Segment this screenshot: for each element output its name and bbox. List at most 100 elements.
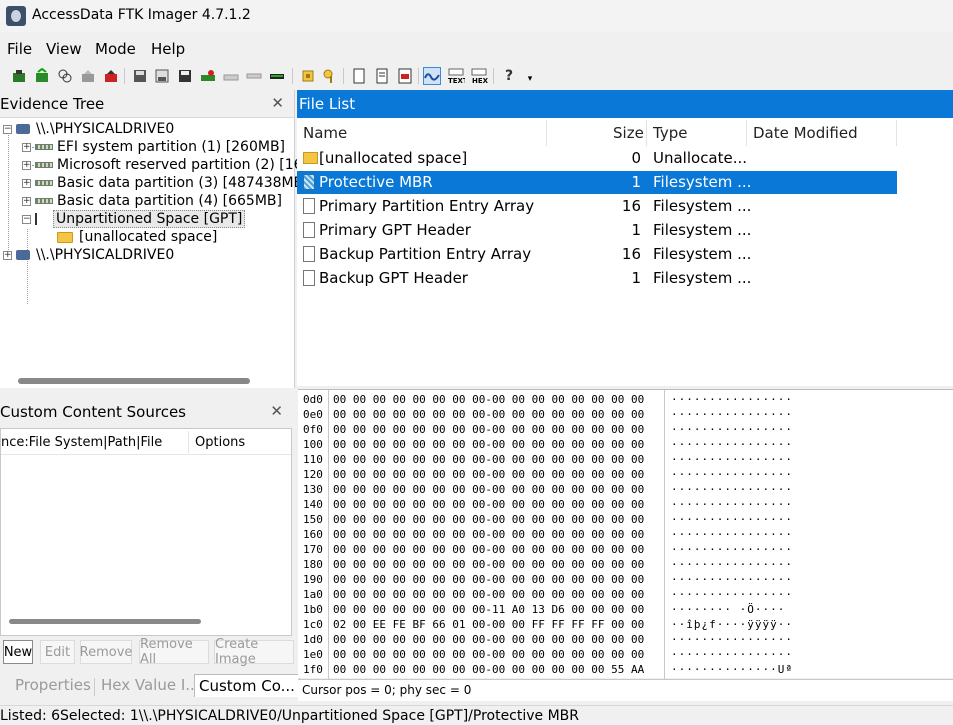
text-view-icon[interactable]: TEXT (447, 67, 465, 85)
hex-bytes[interactable]: 00 00 00 00 00 00 00 00-00 00 00 00 00 0… (333, 498, 644, 511)
create-image-button[interactable]: Create Image (214, 637, 294, 667)
toolbar-overflow-icon[interactable]: ▾ (521, 70, 539, 88)
menu-help[interactable]: Help (151, 40, 185, 58)
expand-icon[interactable]: + (22, 178, 31, 188)
file-row[interactable]: Primary GPT Header 1 Filesystem ... (297, 219, 897, 242)
hex-bytes[interactable]: 00 00 00 00 00 00 00 00-00 00 00 00 00 0… (333, 513, 644, 526)
expand-icon[interactable]: + (3, 250, 12, 260)
hex-bytes[interactable]: 00 00 00 00 00 00 00 00-00 00 00 00 00 0… (333, 393, 644, 406)
hex-ascii[interactable]: ················ (671, 558, 793, 571)
export-logical-image-icon[interactable] (176, 67, 194, 85)
column-date-modified[interactable]: Date Modified (753, 124, 858, 142)
column-type[interactable]: Type (653, 124, 687, 142)
hex-ascii[interactable]: ················ (671, 588, 793, 601)
tree-node-basic-partition-4[interactable]: + Basic data partition (4) [665MB] (22, 192, 282, 210)
custom-sources-scrollbar[interactable] (9, 619, 201, 624)
edit-button[interactable]: Edit (40, 640, 75, 664)
file-row[interactable]: Backup GPT Header 1 Filesystem ... (297, 267, 897, 290)
hex-bytes[interactable]: 00 00 00 00 00 00 00 00-00 00 00 00 00 0… (333, 453, 644, 466)
hex-bytes[interactable]: 02 00 EE FE BF 66 01 00-00 00 FF FF FF F… (333, 618, 644, 631)
decrypt-icon[interactable] (245, 67, 263, 85)
image-mounting-icon[interactable] (56, 67, 74, 85)
export-files-icon[interactable] (350, 67, 368, 85)
hex-ascii[interactable]: ················ (671, 408, 793, 421)
export-disk-image-icon[interactable] (153, 67, 171, 85)
remove-all-evidence-icon[interactable] (102, 67, 120, 85)
auto-view-icon[interactable] (423, 67, 441, 85)
hex-ascii[interactable]: ········ ·Ö···· (671, 603, 785, 616)
collapse-icon[interactable]: − (22, 214, 31, 224)
expand-icon[interactable]: + (22, 196, 31, 206)
column-source[interactable]: nce:File System|Path|File (1, 435, 162, 450)
add-evidence-icon[interactable] (10, 67, 28, 85)
tree-node-physicaldrive0-2[interactable]: + \\.\PHYSICALDRIVE0 (3, 246, 174, 264)
hex-ascii[interactable]: ··············Uª (671, 663, 793, 676)
tab-custom-content[interactable]: Custom Co... (194, 674, 300, 697)
hex-bytes[interactable]: 00 00 00 00 00 00 00 00-11 A0 13 D6 00 0… (333, 603, 644, 616)
column-options[interactable]: Options (195, 435, 245, 450)
hex-viewer[interactable]: 0d0 00 00 00 00 00 00 00 00-00 00 00 00 0… (298, 389, 953, 679)
menu-mode[interactable]: Mode (95, 40, 136, 58)
menu-view[interactable]: View (46, 40, 82, 58)
hex-ascii[interactable]: ················ (671, 438, 793, 451)
close-icon[interactable]: ✕ (270, 402, 283, 420)
create-custom-content-image-icon[interactable] (222, 67, 240, 85)
hex-bytes[interactable]: 00 00 00 00 00 00 00 00-00 00 00 00 00 0… (333, 633, 644, 646)
hex-row[interactable]: 1a0 00 00 00 00 00 00 00 00-00 00 00 00 0… (298, 587, 953, 602)
close-icon[interactable]: ✕ (271, 94, 284, 112)
hex-bytes[interactable]: 00 00 00 00 00 00 00 00-00 00 00 00 00 0… (333, 423, 644, 436)
file-row[interactable]: [unallocated space] 0 Unallocate... (297, 147, 897, 170)
file-row[interactable]: Backup Partition Entry Array 16 Filesyst… (297, 243, 897, 266)
hex-ascii[interactable]: ················ (671, 648, 793, 661)
hex-ascii[interactable]: ················ (671, 483, 793, 496)
hex-ascii[interactable]: ················ (671, 633, 793, 646)
hex-row[interactable]: 180 00 00 00 00 00 00 00 00-00 00 00 00 0… (298, 557, 953, 572)
new-button[interactable]: New (3, 640, 33, 664)
hex-bytes[interactable]: 00 00 00 00 00 00 00 00-00 00 00 00 00 0… (333, 528, 644, 541)
collapse-icon[interactable]: − (3, 124, 12, 134)
hex-bytes[interactable]: 00 00 00 00 00 00 00 00-00 00 00 00 00 0… (333, 408, 644, 421)
hex-ascii[interactable]: ················ (671, 468, 793, 481)
export-file-hash-list-icon[interactable] (373, 67, 391, 85)
tree-node-unallocated-space[interactable]: [unallocated space] (57, 228, 217, 246)
expand-icon[interactable]: + (22, 160, 31, 170)
hex-view-icon[interactable]: HEX (470, 67, 488, 85)
hex-row[interactable]: 100 00 00 00 00 00 00 00 00-00 00 00 00 0… (298, 437, 953, 452)
tree-node-efi-partition[interactable]: + EFI system partition (1) [260MB] (22, 138, 285, 156)
hex-row[interactable]: 1c0 02 00 EE FE BF 66 01 00-00 00 FF FF F… (298, 617, 953, 632)
verify-drive-icon[interactable] (268, 67, 286, 85)
hex-row[interactable]: 130 00 00 00 00 00 00 00 00-00 00 00 00 0… (298, 482, 953, 497)
file-row[interactable]: Primary Partition Entry Array 16 Filesys… (297, 195, 897, 218)
column-name[interactable]: Name (303, 124, 347, 142)
help-icon[interactable]: ? (500, 67, 518, 85)
hex-row[interactable]: 170 00 00 00 00 00 00 00 00-00 00 00 00 0… (298, 542, 953, 557)
column-size[interactable]: Size (613, 124, 644, 142)
hex-row[interactable]: 160 00 00 00 00 00 00 00 00-00 00 00 00 0… (298, 527, 953, 542)
hex-bytes[interactable]: 00 00 00 00 00 00 00 00-00 00 00 00 00 0… (333, 588, 644, 601)
hex-ascii[interactable]: ················ (671, 528, 793, 541)
remove-button[interactable]: Remove (80, 640, 132, 664)
hex-row[interactable]: 1d0 00 00 00 00 00 00 00 00-00 00 00 00 0… (298, 632, 953, 647)
hex-bytes[interactable]: 00 00 00 00 00 00 00 00-00 00 00 00 00 0… (333, 663, 644, 676)
hex-bytes[interactable]: 00 00 00 00 00 00 00 00-00 00 00 00 00 0… (333, 543, 644, 556)
tree-node-basic-partition-3[interactable]: + Basic data partition (3) [487438MB (22, 174, 303, 192)
tree-node-physicaldrive0[interactable]: − \\.\PHYSICALDRIVE0 (3, 120, 174, 138)
hex-ascii[interactable]: ················ (671, 543, 793, 556)
hex-row[interactable]: 0d0 00 00 00 00 00 00 00 00-00 00 00 00 0… (298, 392, 953, 407)
hex-ascii[interactable]: ················ (671, 498, 793, 511)
hex-bytes[interactable]: 00 00 00 00 00 00 00 00-00 00 00 00 00 0… (333, 438, 644, 451)
hex-ascii[interactable]: ················ (671, 513, 793, 526)
hex-row[interactable]: 190 00 00 00 00 00 00 00 00-00 00 00 00 0… (298, 572, 953, 587)
add-all-evidence-icon[interactable] (33, 67, 51, 85)
obtain-protected-files-icon[interactable] (321, 67, 339, 85)
create-disk-image-icon[interactable] (131, 67, 149, 85)
tree-node-unpartitioned-space[interactable]: − Unpartitioned Space [GPT] (22, 210, 246, 228)
hex-ascii[interactable]: ················ (671, 453, 793, 466)
hex-row[interactable]: 0f0 00 00 00 00 00 00 00 00-00 00 00 00 0… (298, 422, 953, 437)
evidence-tree-scrollbar[interactable] (18, 378, 250, 384)
expand-icon[interactable]: + (22, 142, 31, 152)
hex-row[interactable]: 140 00 00 00 00 00 00 00 00-00 00 00 00 0… (298, 497, 953, 512)
hex-bytes[interactable]: 00 00 00 00 00 00 00 00-00 00 00 00 00 0… (333, 558, 644, 571)
hex-row[interactable]: 150 00 00 00 00 00 00 00 00-00 00 00 00 0… (298, 512, 953, 527)
menu-file[interactable]: File (7, 40, 32, 58)
